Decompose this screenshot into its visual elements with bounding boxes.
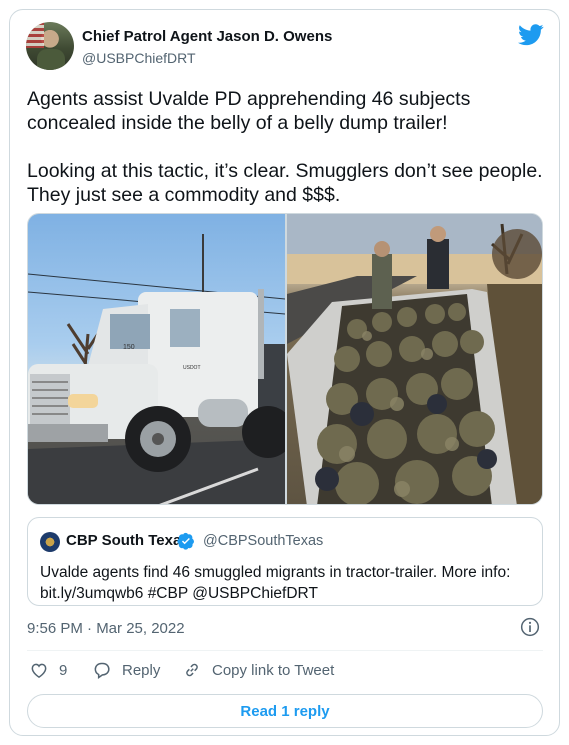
avatar-flag-background: [26, 22, 44, 48]
truck-illustration: 150 USDOT: [28, 234, 285, 504]
tweet-text: Agents assist Uvalde PD apprehending 46 …: [27, 87, 547, 207]
copy-link-button[interactable]: Copy link to Tweet: [182, 657, 334, 683]
verified-badge-icon: [177, 532, 195, 550]
read-replies-button[interactable]: Read 1 reply: [27, 694, 543, 728]
trailer-photo[interactable]: [287, 214, 542, 504]
reply-button[interactable]: Reply: [92, 657, 160, 683]
info-icon[interactable]: [520, 617, 540, 637]
truck-number-text: 150: [123, 344, 135, 351]
avatar-uniform: [37, 49, 65, 70]
author-name[interactable]: Chief Patrol Agent Jason D. Owens: [82, 28, 332, 45]
quoted-author-name: CBP South Texas: [66, 532, 190, 549]
twitter-bird-icon[interactable]: [518, 24, 544, 46]
quoted-author-handle: @CBPSouthTexas: [203, 533, 324, 549]
tweet-paragraph-1: Agents assist Uvalde PD apprehending 46 …: [27, 88, 476, 134]
link-icon: [186, 663, 198, 677]
quoted-tweet[interactable]: CBP South Texas @CBPSouthTexas Uvalde ag…: [27, 517, 543, 606]
actions-divider: [27, 650, 543, 651]
author-avatar[interactable]: [26, 22, 74, 70]
reply-bubble-icon: [94, 662, 110, 679]
quoted-tweet-text: Uvalde agents find 46 smuggled migrants …: [40, 564, 511, 602]
like-button[interactable]: 9: [29, 657, 67, 683]
tweet-card: Chief Patrol Agent Jason D. Owens @USBPC…: [9, 9, 560, 736]
tweet-timestamp[interactable]: 9:56 PM · Mar 25, 2022: [27, 620, 185, 637]
truck-photo[interactable]: 150 USDOT: [28, 214, 285, 504]
tweet-paragraph-2: Looking at this tactic, it’s clear. Smug…: [27, 160, 548, 206]
heart-icon: [31, 663, 47, 678]
like-count: 9: [59, 661, 68, 679]
quoted-author-avatar: [40, 532, 60, 552]
reply-label: Reply: [122, 661, 161, 679]
trailer-illustration: [287, 214, 542, 504]
truck-dot-text: USDOT: [183, 365, 201, 371]
author-handle[interactable]: @USBPChiefDRT: [82, 50, 196, 66]
tweet-media[interactable]: 150 USDOT: [27, 213, 543, 505]
copy-link-label: Copy link to Tweet: [212, 661, 335, 679]
